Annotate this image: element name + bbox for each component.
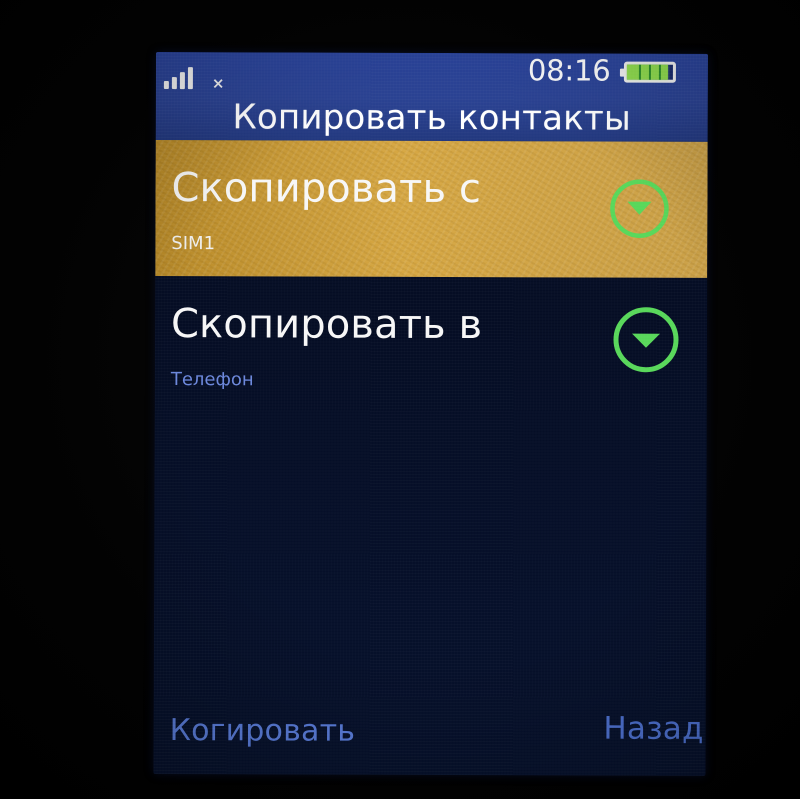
chevron-down-circle-icon[interactable] (607, 177, 671, 241)
battery-segment (638, 64, 641, 80)
signal-bar (179, 72, 185, 90)
signal-bar (187, 67, 193, 90)
screen-title: Копировать контакты (232, 97, 632, 139)
battery-segment (648, 64, 651, 80)
chevron-down-circle-svg (610, 179, 669, 238)
copy-to-row[interactable]: Скопировать в Телефон (155, 276, 707, 414)
softkey-bar: Когировать Назад (153, 694, 705, 776)
copy-to-value: Телефон (170, 369, 254, 391)
battery-level-fill (626, 64, 668, 80)
copy-from-row[interactable]: Скопировать с SIM1 (155, 139, 708, 278)
battery-segment (658, 64, 661, 80)
signal-bar (171, 77, 177, 90)
copy-from-value: SIM1 (171, 233, 216, 255)
no-data-x-icon: × (211, 74, 225, 93)
chevron-down-circle-icon[interactable] (611, 305, 681, 375)
battery-icon (619, 61, 682, 86)
copy-softkey[interactable]: Когировать (170, 713, 356, 749)
copy-options-list: Скопировать с SIM1 Скопировать в Телефон (155, 139, 708, 414)
clock-time: 08:16 (527, 53, 611, 88)
back-softkey[interactable]: Назад (603, 711, 703, 747)
copy-to-label: Скопировать в (170, 301, 483, 349)
signal-bar (163, 81, 169, 90)
copy-from-label: Скопировать с (171, 165, 482, 213)
status-header: × 08:16 Копировать контакты (155, 52, 708, 142)
phone-screen: × 08:16 Копировать контакты Скопировать … (153, 52, 708, 776)
chevron-down-circle-svg (613, 307, 679, 373)
signal-bars-icon (163, 65, 200, 90)
